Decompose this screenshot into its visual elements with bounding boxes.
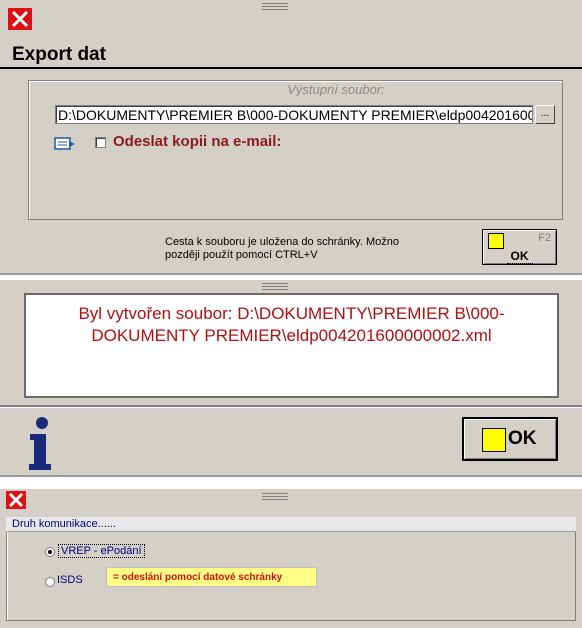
radio-vrep-label[interactable]: VREP - ePodání xyxy=(58,544,145,558)
browse-button[interactable]: ... xyxy=(535,105,555,124)
tooltip: = odeslání pomocí datové schránky xyxy=(106,567,317,587)
message-dialog: Byl vytvořen soubor: D:\DOKUMENTY\PREMIE… xyxy=(0,280,582,477)
message-box: Byl vytvořen soubor: D:\DOKUMENTY\PREMIE… xyxy=(24,293,559,398)
output-path-field[interactable]: D:\DOKUMENTY\PREMIER B\000-DOKUMENTY PRE… xyxy=(55,105,533,124)
send-mail-icon xyxy=(54,137,75,150)
close-button[interactable] xyxy=(6,491,26,509)
title-divider xyxy=(0,67,582,69)
close-icon xyxy=(8,492,24,508)
drag-grip[interactable] xyxy=(262,283,288,291)
email-copy-label[interactable]: Odeslat kopii na e-mail: xyxy=(113,133,281,150)
drag-grip[interactable] xyxy=(262,3,288,11)
title-bar xyxy=(0,489,582,511)
group-label: Druh komunikace...... xyxy=(6,517,576,532)
close-button[interactable] xyxy=(8,8,32,30)
ok-button[interactable]: F2 OK xyxy=(482,229,557,265)
message-text: Byl vytvořen soubor: D:\DOKUMENTY\PREMIE… xyxy=(78,304,505,345)
ok-button[interactable]: OK xyxy=(462,417,558,461)
radio-isds-label[interactable]: ISDS xyxy=(57,574,83,586)
drag-grip[interactable] xyxy=(262,493,288,501)
radio-isds[interactable] xyxy=(45,577,55,587)
output-group xyxy=(28,80,563,220)
ok-icon xyxy=(482,428,506,452)
email-copy-checkbox[interactable] xyxy=(95,137,106,148)
info-icon xyxy=(29,417,51,470)
ok-button-label: OK xyxy=(508,428,537,449)
ok-icon xyxy=(488,233,504,249)
ok-button-label: OK xyxy=(506,249,533,264)
ok-shortcut-key: F2 xyxy=(538,232,551,244)
radio-vrep[interactable] xyxy=(45,547,55,557)
clipboard-info-text: Cesta k souboru je uložena do schránky. … xyxy=(165,236,399,261)
export-dialog: Export dat Výstupní soubor: D:\DOKUMENTY… xyxy=(0,0,582,275)
close-icon xyxy=(11,10,29,28)
communication-dialog: Druh komunikace...... VREP - ePodání ISD… xyxy=(0,489,582,628)
output-file-label: Výstupní soubor: xyxy=(287,82,385,97)
divider xyxy=(0,405,582,408)
dialog-title: Export dat xyxy=(12,44,106,65)
